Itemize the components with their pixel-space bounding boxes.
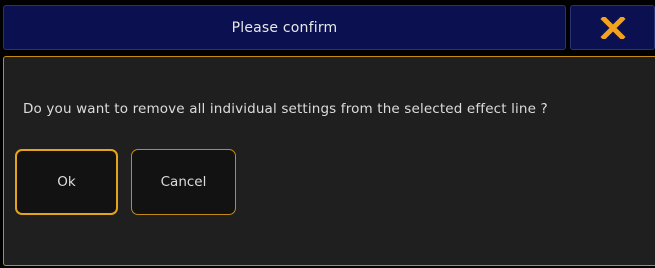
ok-button-label: Ok	[57, 174, 76, 190]
dialog-title: Please confirm	[231, 19, 338, 36]
confirm-dialog: Please confirm Do you want to remove all…	[0, 0, 655, 268]
close-x-icon	[599, 16, 626, 39]
close-button[interactable]	[570, 5, 655, 50]
cancel-button-label: Cancel	[160, 174, 207, 190]
dialog-title-bar: Please confirm	[3, 5, 566, 50]
cancel-button[interactable]: Cancel	[131, 149, 236, 215]
confirm-message: Do you want to remove all individual set…	[23, 101, 548, 117]
ok-button[interactable]: Ok	[15, 149, 118, 215]
